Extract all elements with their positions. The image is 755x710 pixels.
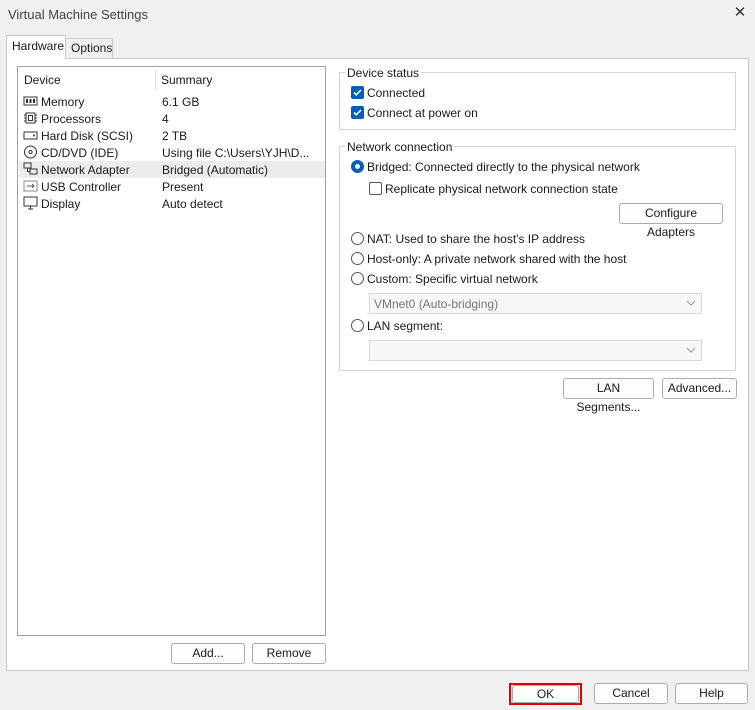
network-connection-label: Network connection — [345, 140, 455, 154]
host-only-radio[interactable] — [351, 252, 364, 265]
connected-checkbox[interactable] — [351, 86, 364, 99]
check-icon — [353, 89, 362, 96]
device-name: Display — [41, 197, 81, 211]
device-list[interactable]: Device Summary Memory 6.1 GB Processors … — [17, 66, 326, 636]
cd-dvd-icon — [24, 145, 37, 159]
lan-segment-label[interactable]: LAN segment: — [367, 319, 443, 333]
window-title: Virtual Machine Settings — [8, 7, 148, 22]
device-name: Network Adapter — [41, 163, 130, 177]
device-name: Memory — [41, 95, 85, 109]
device-list-header: Device Summary — [18, 67, 325, 91]
column-device[interactable]: Device — [24, 73, 61, 87]
tab-options[interactable]: Options — [65, 38, 113, 58]
device-row-cd-dvd[interactable]: CD/DVD (IDE) Using file C:\Users\YJH\D..… — [19, 144, 325, 161]
connect-power-on-checkbox[interactable] — [351, 106, 364, 119]
device-name: CD/DVD (IDE) — [41, 146, 119, 160]
chevron-down-icon — [686, 300, 696, 306]
close-icon[interactable]: ✕ — [731, 4, 749, 22]
tab-hardware[interactable]: Hardware — [6, 35, 66, 59]
advanced-button[interactable]: Advanced... — [662, 378, 737, 399]
memory-icon — [23, 96, 38, 106]
network-adapter-icon — [23, 162, 38, 175]
replicate-checkbox[interactable] — [369, 182, 382, 195]
bridged-label[interactable]: Bridged: Connected directly to the physi… — [367, 160, 640, 174]
nat-radio[interactable] — [351, 232, 364, 245]
add-button[interactable]: Add... — [171, 643, 245, 664]
device-summary: 6.1 GB — [162, 95, 200, 109]
custom-radio[interactable] — [351, 272, 364, 285]
device-summary: Present — [162, 180, 204, 194]
device-summary: 4 — [162, 112, 169, 126]
check-icon — [353, 109, 362, 116]
device-summary: Auto detect — [162, 197, 223, 211]
device-status-group — [339, 72, 736, 130]
device-row-processors[interactable]: Processors 4 — [19, 110, 325, 127]
replicate-label[interactable]: Replicate physical network connection st… — [385, 182, 618, 196]
processor-icon — [24, 112, 37, 124]
hard-disk-icon — [23, 131, 38, 140]
device-row-usb-controller[interactable]: USB Controller Present — [19, 178, 325, 195]
bridged-radio[interactable] — [351, 160, 364, 173]
device-row-network-adapter[interactable]: Network Adapter Bridged (Automatic) — [19, 161, 325, 178]
device-summary: Using file C:\Users\YJH\D... — [162, 146, 310, 160]
help-button[interactable]: Help — [675, 683, 748, 704]
host-only-label[interactable]: Host-only: A private network shared with… — [367, 252, 626, 266]
column-summary[interactable]: Summary — [161, 73, 212, 87]
device-name: Processors — [41, 112, 102, 126]
lan-segments-button[interactable]: LAN Segments... — [563, 378, 654, 414]
device-name: Hard Disk (SCSI) — [41, 129, 134, 143]
device-name: USB Controller — [41, 180, 122, 194]
device-row-memory[interactable]: Memory 6.1 GB — [19, 93, 325, 110]
display-icon — [23, 196, 38, 210]
usb-icon — [23, 180, 38, 192]
connected-label[interactable]: Connected — [367, 86, 425, 100]
chevron-down-icon — [686, 347, 696, 353]
custom-network-dropdown[interactable]: VMnet0 (Auto-bridging) — [369, 293, 702, 314]
device-summary: 2 TB — [162, 129, 188, 143]
device-summary: Bridged (Automatic) — [162, 163, 269, 177]
device-row-hard-disk[interactable]: Hard Disk (SCSI) 2 TB — [19, 127, 325, 144]
lan-segment-dropdown[interactable] — [369, 340, 702, 361]
lan-segment-radio[interactable] — [351, 319, 364, 332]
nat-label[interactable]: NAT: Used to share the host's IP address — [367, 232, 585, 246]
device-row-display[interactable]: Display Auto detect — [19, 195, 325, 212]
connect-power-on-label[interactable]: Connect at power on — [367, 106, 478, 120]
custom-network-value: VMnet0 (Auto-bridging) — [374, 297, 499, 311]
ok-button[interactable]: OK — [512, 685, 579, 703]
custom-label[interactable]: Custom: Specific virtual network — [367, 272, 538, 286]
cancel-button[interactable]: Cancel — [594, 683, 668, 704]
device-status-label: Device status — [345, 66, 422, 80]
column-divider[interactable] — [155, 70, 156, 90]
configure-adapters-button[interactable]: Configure Adapters — [619, 203, 723, 239]
remove-button[interactable]: Remove — [252, 643, 326, 664]
